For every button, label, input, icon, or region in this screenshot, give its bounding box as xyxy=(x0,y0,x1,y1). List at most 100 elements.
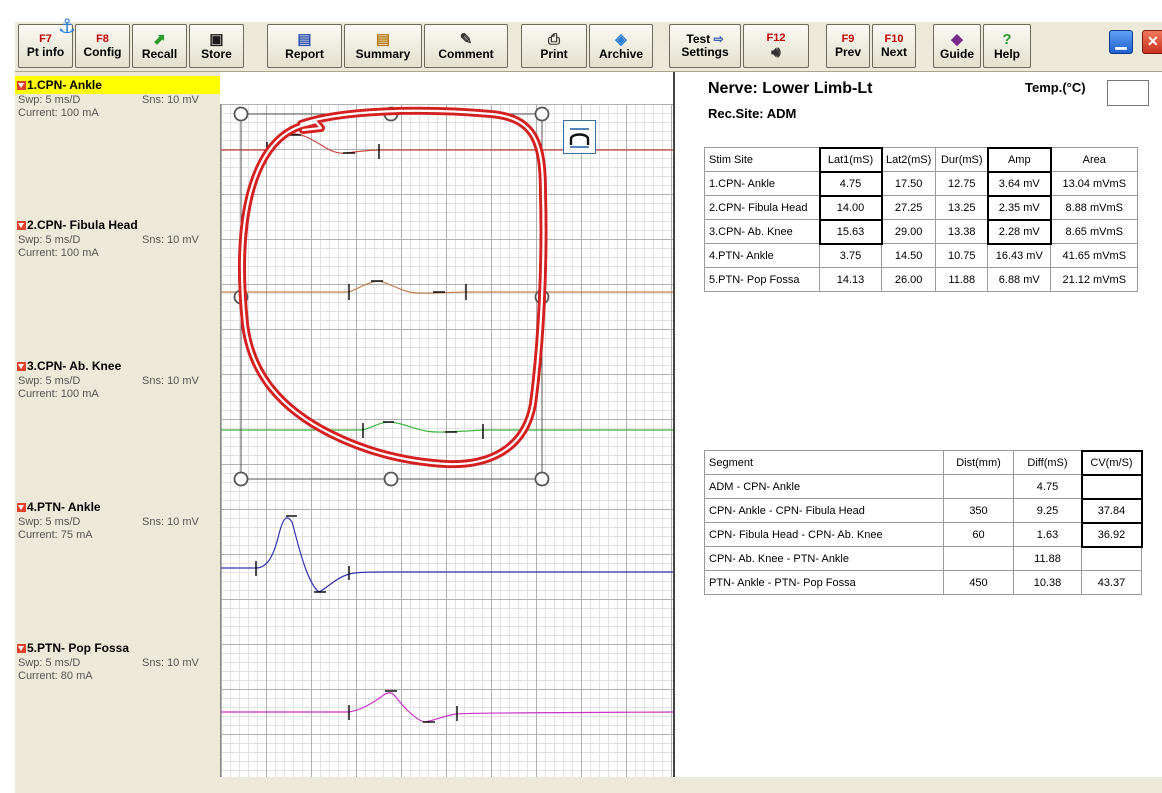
dropdown-marker-icon[interactable] xyxy=(17,361,26,371)
dropdown-marker-icon[interactable] xyxy=(17,643,26,653)
audio-button[interactable]: F12 🔊︎ xyxy=(743,24,809,68)
current-text: Current: 80 mA xyxy=(18,670,93,682)
cell-lat1: 15.63 xyxy=(818,218,883,245)
waveform-line xyxy=(221,692,674,723)
guide-button[interactable]: ◆ Guide xyxy=(933,24,981,68)
dropdown-marker-icon[interactable] xyxy=(17,502,26,512)
sensitivity-text: Sns: 10 mV xyxy=(142,657,199,669)
trace-label-1[interactable]: 1.CPN- Ankle Swp: 5 ms/D Sns: 10 mV Curre… xyxy=(15,76,220,120)
resize-handle[interactable] xyxy=(534,471,550,487)
cell-dist: 60 xyxy=(943,522,1014,547)
waveform-trace-1[interactable] xyxy=(221,133,674,160)
resize-handle[interactable] xyxy=(534,106,550,122)
comment-button[interactable]: ✎ Comment xyxy=(424,24,508,68)
prev-button[interactable]: F9 Prev xyxy=(826,24,870,68)
resize-handle[interactable] xyxy=(233,471,249,487)
cell-segment: CPN- Ankle - CPN- Fibula Head xyxy=(704,498,944,523)
table-row[interactable]: CPN- Ankle - CPN- Fibula Head 350 9.25 3… xyxy=(704,497,1143,524)
dropdown-marker-icon[interactable] xyxy=(17,80,26,90)
cell-diff: 11.88 xyxy=(1013,546,1082,571)
trace-label-5[interactable]: 5.PTN- Pop Fossa Swp: 5 ms/D Sns: 10 mV C… xyxy=(15,639,220,683)
table-row[interactable]: ADM - CPN- Ankle 4.75 xyxy=(704,473,1143,500)
print-label: Print xyxy=(540,46,568,61)
trace-label-4[interactable]: 4.PTN- Ankle Swp: 5 ms/D Sns: 10 mV Curre… xyxy=(15,498,220,542)
cell-area: 13.04 mVmS xyxy=(1050,171,1139,196)
freehand-annotation[interactable] xyxy=(238,106,548,469)
table-row[interactable]: CPN- Ab. Knee - PTN- Ankle 11.88 xyxy=(704,546,1142,571)
waveform-line xyxy=(221,133,674,154)
selection-box[interactable] xyxy=(233,106,550,487)
report-button[interactable]: ▤ Report xyxy=(267,24,342,68)
table-row[interactable]: 3.CPN- Ab. Knee 15.63 29.00 13.38 2.28 m… xyxy=(704,218,1139,245)
column-header: Diff(mS) xyxy=(1013,450,1082,475)
recording-site: Rec.Site: ADM xyxy=(708,106,797,121)
waveform-trace-2[interactable] xyxy=(221,280,674,300)
archive-button[interactable]: ◈ Archive xyxy=(589,24,653,68)
segment-table: Segment Dist(mm) Diff(mS) CV(m/S) ADM - … xyxy=(704,449,1143,595)
next-label: Next xyxy=(880,45,907,59)
waveform-trace-5[interactable] xyxy=(221,690,674,723)
waveform-trace-4[interactable] xyxy=(221,515,674,593)
column-header: Lat1(mS) xyxy=(818,146,883,173)
column-header: Area xyxy=(1050,147,1139,172)
next-button[interactable]: F10 Next xyxy=(872,24,916,68)
config-button[interactable]: F8 Config xyxy=(75,24,130,68)
config-label: Config xyxy=(83,45,122,59)
comment-icon: ✎ xyxy=(459,30,473,48)
cell-lat1: 14.13 xyxy=(819,267,882,292)
table-row[interactable]: 5.PTN- Pop Fossa 14.13 26.00 11.88 6.88 … xyxy=(704,267,1139,292)
trace-title[interactable]: 2.CPN- Fibula Head xyxy=(15,216,220,234)
print-button[interactable]: ⎙ Print xyxy=(521,24,587,68)
printer-icon: ⎙ xyxy=(547,30,560,48)
table-row[interactable]: 1.CPN- Ankle 4.75 17.50 12.75 3.64 mV 13… xyxy=(704,170,1139,197)
minimize-icon[interactable]: ▁ xyxy=(1109,30,1133,54)
cell-amp: 6.88 mV xyxy=(987,267,1052,292)
waveform-trace-3[interactable] xyxy=(221,421,674,439)
trace-title[interactable]: 1.CPN- Ankle xyxy=(15,76,220,94)
trace-label-3[interactable]: 3.CPN- Ab. Knee Swp: 5 ms/D Sns: 10 mV Cu… xyxy=(15,357,220,401)
resize-handle[interactable] xyxy=(233,106,249,122)
comment-label: Comment xyxy=(438,46,494,61)
dropdown-marker-icon[interactable] xyxy=(17,220,26,230)
trace-title[interactable]: 4.PTN- Ankle xyxy=(15,498,220,516)
cell-stim-site: 4.PTN- Ankle xyxy=(704,243,820,268)
collapse-traces-icon[interactable] xyxy=(563,120,596,154)
sensitivity-text: Sns: 10 mV xyxy=(142,234,199,246)
table-row[interactable]: CPN- Fibula Head - CPN- Ab. Knee 60 1.63… xyxy=(704,521,1143,548)
sweep-text: Swp: 5 ms/D xyxy=(18,94,81,106)
column-header: Lat2(mS) xyxy=(880,147,937,172)
cell-stim-site: 2.CPN- Fibula Head xyxy=(704,195,820,220)
close-icon[interactable]: ✕ xyxy=(1142,30,1162,54)
table-row[interactable]: 2.CPN- Fibula Head 14.00 27.25 13.25 2.3… xyxy=(704,194,1139,221)
report-label: Report xyxy=(285,46,324,61)
cell-lat2: 17.50 xyxy=(880,171,937,196)
help-button[interactable]: ? Help xyxy=(983,24,1031,68)
recall-button[interactable]: ⬈ Recall xyxy=(132,24,187,68)
pt-info-label: Pt info xyxy=(26,45,65,59)
annotation-stroke-inner xyxy=(240,109,545,466)
cell-lat2: 29.00 xyxy=(880,219,937,244)
waveform-canvas[interactable] xyxy=(220,104,674,777)
stimulation-table: Stim Site Lat1(mS) Lat2(mS) Dur(mS) Amp … xyxy=(704,146,1139,292)
toolbar: F7 Pt info F8 Config ⬈ Recall ▣ Store ▤ … xyxy=(15,22,1162,72)
cell-lat1: 3.75 xyxy=(819,243,882,268)
summary-button[interactable]: ▤ Summary xyxy=(344,24,422,68)
table-row[interactable]: 4.PTN- Ankle 3.75 14.50 10.75 16.43 mV 4… xyxy=(704,243,1139,268)
test-settings-button[interactable]: Test ⇨ Settings xyxy=(669,24,741,68)
store-label: Store xyxy=(201,46,232,61)
temperature-input[interactable] xyxy=(1107,80,1149,106)
settings-label: Settings xyxy=(681,45,729,59)
trace-title[interactable]: 5.PTN- Pop Fossa xyxy=(15,639,220,657)
waveform-svg xyxy=(221,106,674,723)
annotation-stroke-outer xyxy=(238,106,548,469)
sweep-text: Swp: 5 ms/D xyxy=(18,516,81,528)
trace-title[interactable]: 3.CPN- Ab. Knee xyxy=(15,357,220,375)
waveform-line xyxy=(221,280,674,294)
anchor-icon: ⚓︎ xyxy=(58,14,76,38)
trace-label-2[interactable]: 2.CPN- Fibula Head Swp: 5 ms/D Sns: 10 mV… xyxy=(15,216,220,260)
cell-dist: 450 xyxy=(943,570,1014,595)
resize-handle[interactable] xyxy=(383,471,399,487)
sensitivity-text: Sns: 10 mV xyxy=(142,375,199,387)
store-button[interactable]: ▣ Store xyxy=(189,24,244,68)
table-row[interactable]: PTN- Ankle - PTN- Pop Fossa 450 10.38 43… xyxy=(704,570,1142,595)
